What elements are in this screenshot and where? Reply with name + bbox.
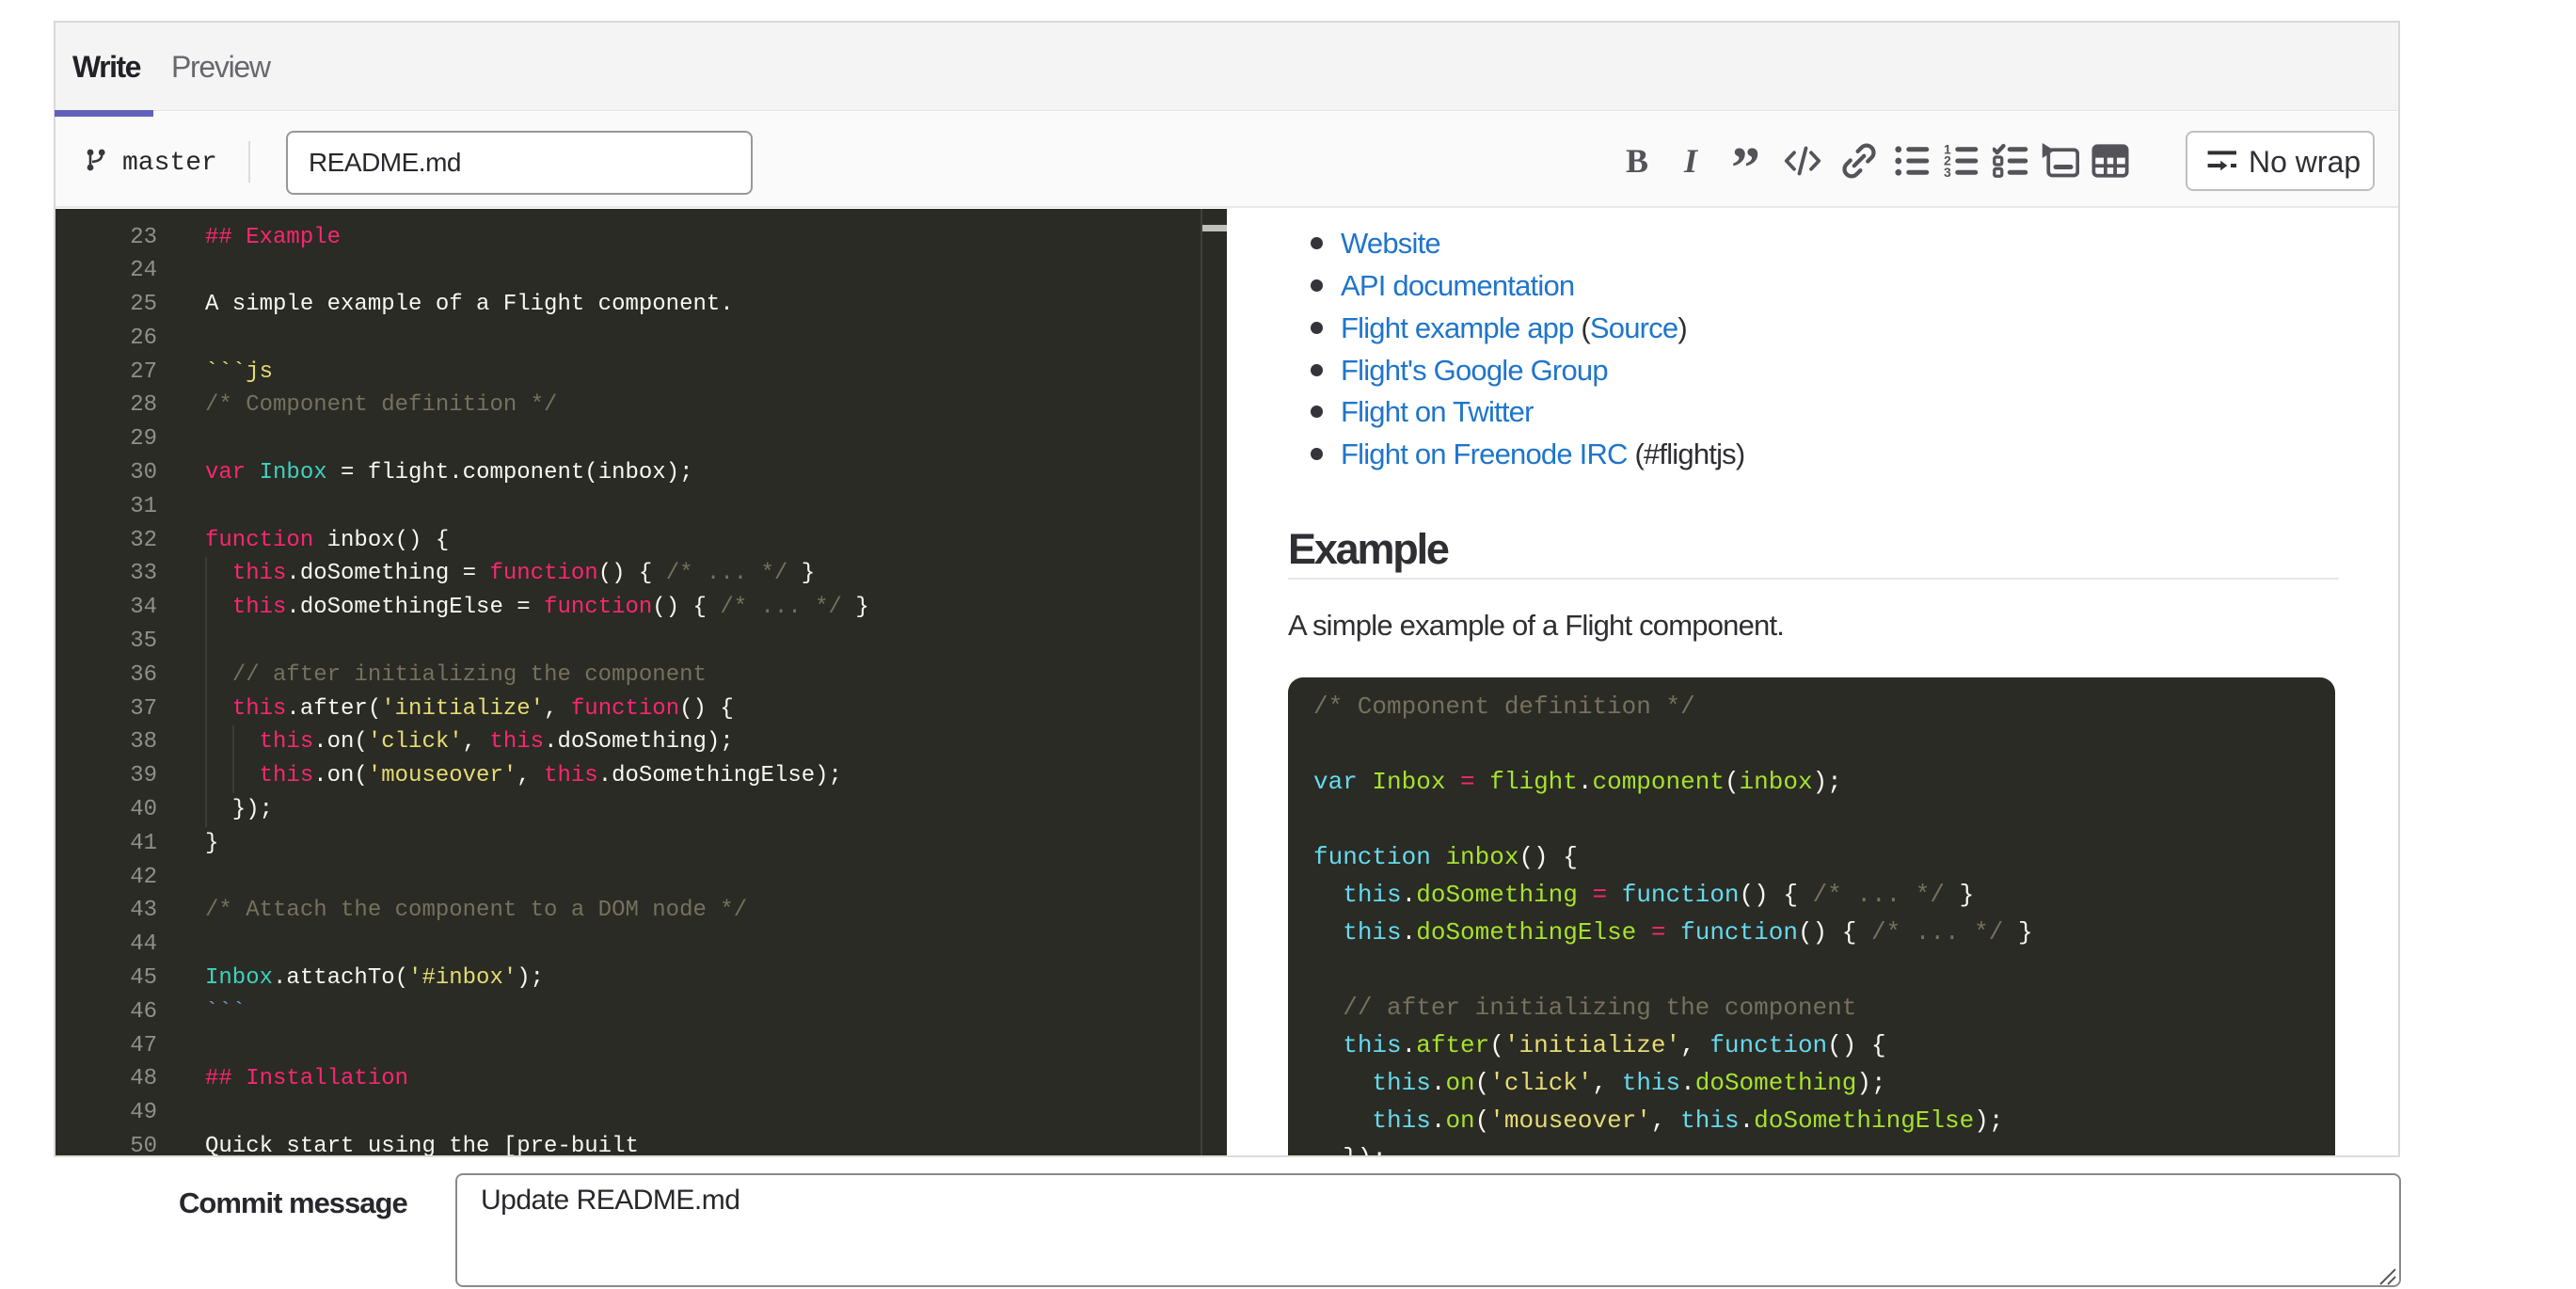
svg-text:3: 3 [1944, 165, 1951, 180]
